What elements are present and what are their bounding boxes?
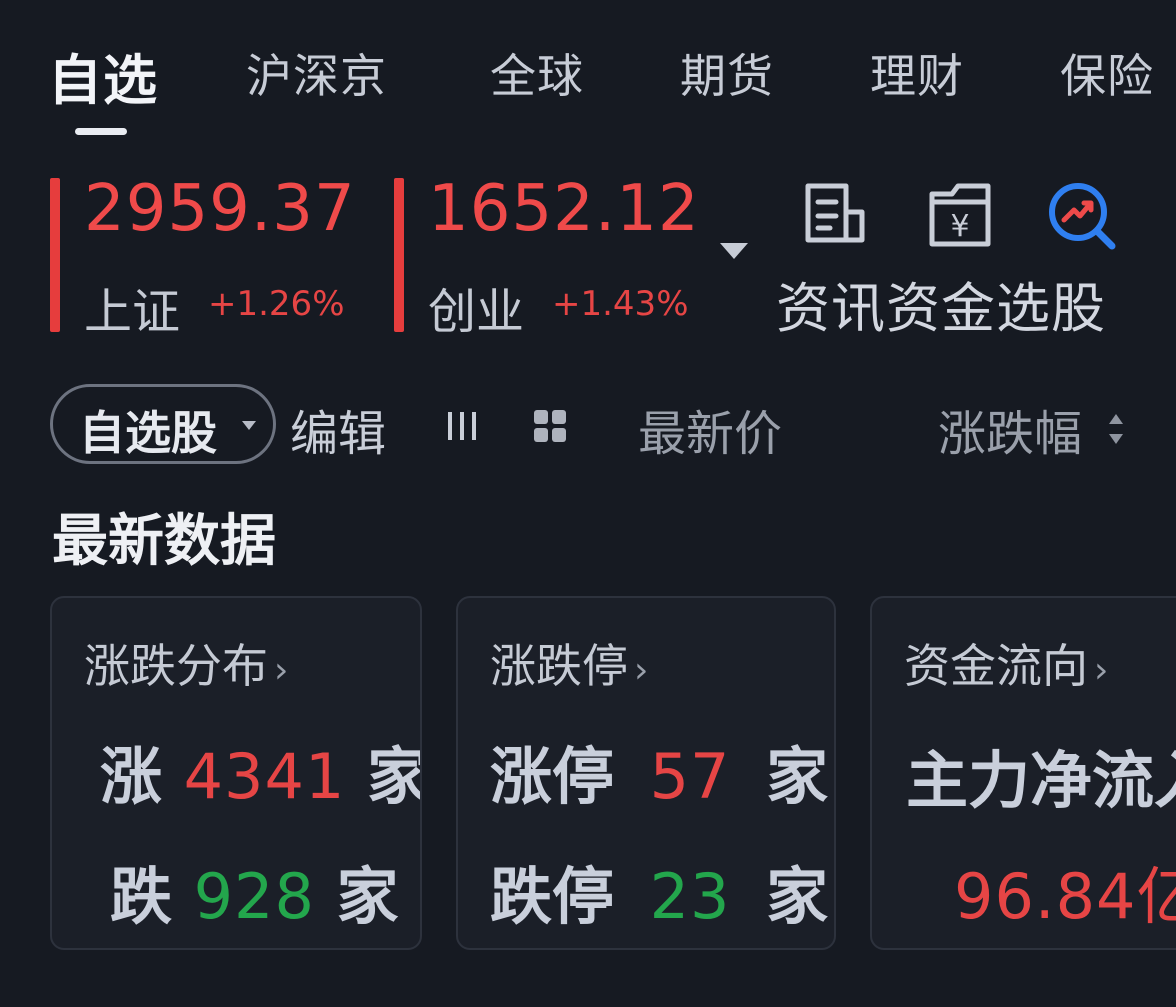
list-view-icon[interactable] [444, 408, 480, 444]
news-doc-icon [805, 183, 865, 243]
index-chinext[interactable]: 1652.12 创业 +1.43% [394, 172, 704, 340]
card-title: 资金流向 › [904, 630, 1108, 696]
down-label: 跌 [110, 860, 173, 933]
column-latest-price[interactable]: 最新价 [638, 394, 782, 464]
limit-up-label: 涨停 [490, 740, 615, 813]
search-trend-icon [1049, 183, 1116, 250]
card-title-text: 涨跌停 [490, 639, 628, 693]
down-count-row: 跌 928 家 [110, 846, 399, 936]
index-shanghai[interactable]: 2959.37 上证 +1.26% [50, 172, 360, 340]
index-dropdown-caret-icon[interactable] [720, 243, 748, 259]
yuan-folder-icon: ¥ [929, 183, 991, 247]
card-title-text: 资金流向 [904, 639, 1088, 693]
tab-global[interactable]: 全球 [490, 40, 584, 106]
limit-down-row: 跌停 23 家 [490, 846, 828, 936]
grid-view-icon[interactable] [532, 408, 568, 444]
card-fund-flow[interactable]: 资金流向› 主力净流入 96.84亿 [870, 596, 1176, 950]
index-name: 上证 [84, 284, 181, 340]
up-label: 涨 [100, 740, 163, 813]
unit-label: 家 [367, 740, 420, 813]
chevron-right-icon: › [274, 650, 289, 691]
tools-label: 资讯资金选股 [776, 277, 1106, 340]
index-up-bar [50, 178, 60, 332]
group-label: 自选股 [79, 406, 217, 460]
main-net-inflow-label: 主力净流入 [906, 744, 1176, 817]
down-count: 928 [193, 860, 315, 933]
chevron-down-icon [242, 421, 256, 430]
unit-label: 家 [336, 860, 399, 933]
card-up-down-distribution[interactable]: 涨跌分布› 涨 4341 家 跌 928 家 [50, 596, 422, 950]
card-limit-up-down[interactable]: 涨跌停 › 涨停 57 家 跌停 23 家 [456, 596, 836, 950]
sort-icon[interactable] [1107, 412, 1125, 446]
tab-watchlist[interactable]: 自选 [48, 36, 158, 115]
up-count: 4341 [183, 740, 346, 813]
edit-button[interactable]: 编辑 [290, 394, 386, 464]
card-title: 涨跌停 › [490, 630, 648, 696]
yuan-symbol: ¥ [950, 209, 969, 244]
tab-hs-bj[interactable]: 沪深京 [246, 40, 387, 106]
index-value: 1652.12 [428, 172, 700, 246]
index-name: 创业 [428, 284, 525, 340]
column-change-pct[interactable]: 涨跌幅 [938, 394, 1082, 464]
index-change: +1.26% [208, 284, 345, 324]
index-up-bar [394, 178, 404, 332]
unit-label: 家 [766, 740, 829, 813]
watchlist-group-selector[interactable]: 自选股 [50, 384, 276, 464]
net-inflow-value: 96.84亿 [954, 860, 1176, 933]
tab-futures[interactable]: 期货 [680, 40, 774, 106]
index-value: 2959.37 [84, 172, 356, 246]
chevron-right-icon: › [634, 650, 649, 691]
unit-label: 家 [766, 860, 829, 933]
card-title: 涨跌分布 › [84, 630, 288, 696]
limit-up-row: 涨停 57 家 [490, 726, 828, 816]
limit-down-count: 23 [649, 860, 731, 933]
net-inflow-row: 96.84亿 [954, 846, 1176, 936]
section-title: 最新数据 [52, 509, 276, 574]
active-tab-indicator [75, 128, 127, 135]
tab-wealth[interactable]: 理财 [870, 40, 964, 106]
index-change: +1.43% [552, 284, 689, 324]
up-count-row: 涨 4341 家 [100, 726, 420, 816]
chevron-right-icon: › [1094, 650, 1109, 691]
tab-insurance[interactable]: 保险 [1060, 40, 1154, 106]
limit-down-label: 跌停 [490, 860, 615, 933]
limit-up-count: 57 [649, 740, 731, 813]
card-title-text: 涨跌分布 [84, 639, 268, 693]
